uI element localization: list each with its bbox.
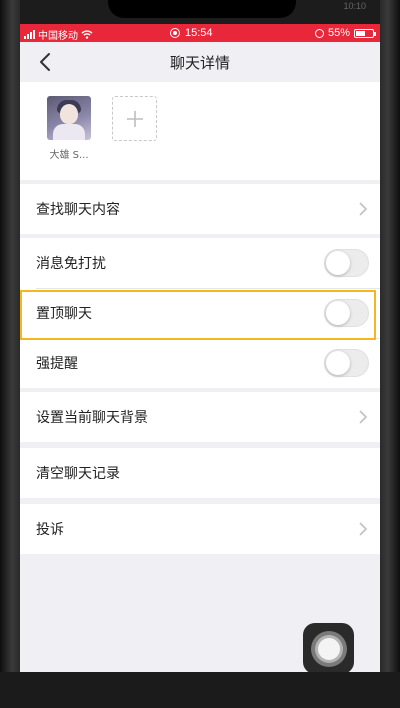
wifi-icon: [81, 30, 93, 39]
add-member-button[interactable]: [112, 96, 157, 141]
report-row[interactable]: 投诉: [20, 504, 380, 554]
strong-alert-row: 强提醒: [20, 338, 380, 388]
toggle-group: 消息免打扰 置顶聊天 强提醒: [20, 238, 380, 388]
mute-label: 消息免打扰: [36, 256, 106, 272]
member-section: 大雄 S...: [20, 82, 380, 180]
mute-toggle[interactable]: [324, 249, 369, 277]
member-name: 大雄 S...: [49, 150, 89, 161]
plus-icon: [126, 110, 143, 127]
pin-chat-toggle[interactable]: [324, 299, 369, 327]
search-group: 查找聊天内容: [20, 184, 380, 234]
screen-record-icon: [170, 28, 180, 38]
phone-right-bezel: [380, 0, 400, 708]
navigation-bar: 聊天详情: [20, 42, 380, 80]
phone-notch: [108, 0, 296, 18]
clear-history-label: 清空聊天记录: [36, 466, 120, 482]
chat-background-row[interactable]: 设置当前聊天背景: [20, 392, 380, 442]
rotation-lock-icon: [314, 28, 324, 38]
chevron-right-icon: [359, 202, 368, 216]
phone-screen: 中国移动 15:54 55% 聊天详情 大雄 S... 查找聊天内容 消息免打扰…: [20, 24, 380, 672]
strong-alert-label: 强提醒: [36, 356, 78, 372]
page-title: 聊天详情: [169, 54, 230, 72]
chevron-right-icon: [359, 522, 368, 536]
pin-chat-label: 置顶聊天: [36, 306, 92, 322]
pin-chat-row: 置顶聊天: [20, 288, 380, 338]
battery-percent: 55%: [327, 27, 350, 39]
assistive-touch-button[interactable]: [303, 623, 354, 672]
report-group: 投诉: [20, 504, 380, 554]
status-bar: 中国移动 15:54 55%: [20, 24, 380, 42]
avatar[interactable]: [47, 96, 91, 140]
mute-row: 消息免打扰: [20, 238, 380, 288]
clear-history-row[interactable]: 清空聊天记录: [20, 448, 380, 498]
carrier-label: 中国移动: [38, 31, 78, 42]
search-chat-row[interactable]: 查找聊天内容: [20, 184, 380, 234]
chat-background-label: 设置当前聊天背景: [36, 410, 148, 426]
background-clock: 10:10: [343, 1, 366, 11]
member-item[interactable]: 大雄 S...: [47, 96, 91, 161]
search-chat-label: 查找聊天内容: [36, 202, 120, 218]
phone-bottom-bezel: [0, 672, 400, 708]
battery-icon: [354, 28, 376, 38]
clear-group: 清空聊天记录: [20, 448, 380, 498]
signal-icon: [24, 30, 35, 39]
chevron-right-icon: [359, 410, 368, 424]
status-time: 15:54: [185, 27, 213, 39]
report-label: 投诉: [36, 522, 64, 538]
phone-frame: 10:10 中国移动 15:54 55% 聊天详情 大雄 S... 查找聊天内容…: [0, 0, 400, 708]
phone-left-bezel: [0, 0, 20, 708]
strong-alert-toggle[interactable]: [324, 349, 369, 377]
background-group: 设置当前聊天背景: [20, 392, 380, 442]
